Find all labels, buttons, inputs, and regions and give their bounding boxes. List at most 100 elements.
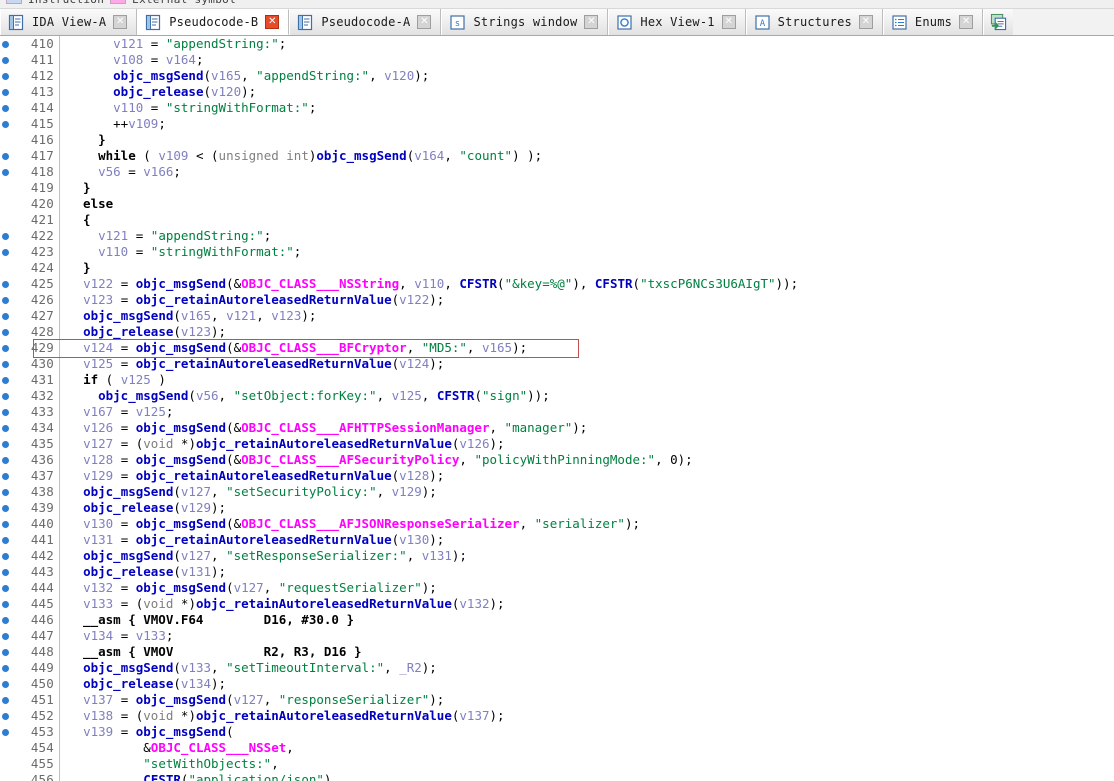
- code-line-list[interactable]: 410 v121 = "appendString:";411 v108 = v1…: [0, 36, 1114, 781]
- code-text[interactable]: objc_msgSend(v165, "appendString:", v120…: [59, 68, 1114, 84]
- code-text[interactable]: v137 = objc_msgSend(v127, "responseSeria…: [59, 692, 1114, 708]
- code-text[interactable]: objc_release(v123);: [59, 324, 1114, 340]
- tab-structures[interactable]: A Structures ✕: [746, 9, 883, 35]
- code-line[interactable]: 446 __asm { VMOV.F64 D16, #30.0 }: [0, 612, 1114, 628]
- code-line[interactable]: 432 objc_msgSend(v56, "setObject:forKey:…: [0, 388, 1114, 404]
- code-line[interactable]: 416 }: [0, 132, 1114, 148]
- code-text[interactable]: v167 = v125;: [59, 404, 1114, 420]
- tab-pseudocode-b[interactable]: Pseudocode-B ✕: [137, 9, 289, 35]
- code-line[interactable]: 422 v121 = "appendString:";: [0, 228, 1114, 244]
- code-text[interactable]: }: [59, 180, 1114, 196]
- code-text[interactable]: while ( v109 < (unsigned int)objc_msgSen…: [59, 148, 1114, 164]
- code-text[interactable]: "setWithObjects:",: [59, 756, 1114, 772]
- code-text[interactable]: v126 = objc_msgSend(&OBJC_CLASS___AFHTTP…: [59, 420, 1114, 436]
- code-line[interactable]: 418 v56 = v166;: [0, 164, 1114, 180]
- code-text[interactable]: v133 = (void *)objc_retainAutoreleasedRe…: [59, 596, 1114, 612]
- code-text[interactable]: v125 = objc_retainAutoreleasedReturnValu…: [59, 356, 1114, 372]
- code-line[interactable]: 450 objc_release(v134);: [0, 676, 1114, 692]
- code-line[interactable]: 440 v130 = objc_msgSend(&OBJC_CLASS___AF…: [0, 516, 1114, 532]
- close-icon[interactable]: ✕: [959, 15, 973, 29]
- code-text[interactable]: v132 = objc_msgSend(v127, "requestSerial…: [59, 580, 1114, 596]
- code-line[interactable]: 417 while ( v109 < (unsigned int)objc_ms…: [0, 148, 1114, 164]
- code-text[interactable]: objc_release(v120);: [59, 84, 1114, 100]
- code-text[interactable]: objc_release(v131);: [59, 564, 1114, 580]
- code-line[interactable]: 444 v132 = objc_msgSend(v127, "requestSe…: [0, 580, 1114, 596]
- code-line[interactable]: 414 v110 = "stringWithFormat:";: [0, 100, 1114, 116]
- code-line[interactable]: 419 }: [0, 180, 1114, 196]
- code-text[interactable]: v110 = "stringWithFormat:";: [59, 244, 1114, 260]
- code-text[interactable]: {: [59, 212, 1114, 228]
- code-line[interactable]: 421 {: [0, 212, 1114, 228]
- code-line[interactable]: 412 objc_msgSend(v165, "appendString:", …: [0, 68, 1114, 84]
- code-text[interactable]: v139 = objc_msgSend(: [59, 724, 1114, 740]
- code-line[interactable]: 415 ++v109;: [0, 116, 1114, 132]
- code-line[interactable]: 443 objc_release(v131);: [0, 564, 1114, 580]
- close-icon[interactable]: ✕: [417, 15, 431, 29]
- code-line[interactable]: 437 v129 = objc_retainAutoreleasedReturn…: [0, 468, 1114, 484]
- close-icon[interactable]: ✕: [113, 15, 127, 29]
- code-line[interactable]: 410 v121 = "appendString:";: [0, 36, 1114, 52]
- code-text[interactable]: v131 = objc_retainAutoreleasedReturnValu…: [59, 532, 1114, 548]
- code-line[interactable]: 455 "setWithObjects:",: [0, 756, 1114, 772]
- code-text[interactable]: v127 = (void *)objc_retainAutoreleasedRe…: [59, 436, 1114, 452]
- close-icon[interactable]: ✕: [859, 15, 873, 29]
- code-text[interactable]: v128 = objc_msgSend(&OBJC_CLASS___AFSecu…: [59, 452, 1114, 468]
- code-text[interactable]: __asm { VMOV R2, R3, D16 }: [59, 644, 1114, 660]
- code-text[interactable]: v130 = objc_msgSend(&OBJC_CLASS___AFJSON…: [59, 516, 1114, 532]
- code-line[interactable]: 413 objc_release(v120);: [0, 84, 1114, 100]
- code-line[interactable]: 445 v133 = (void *)objc_retainAutoreleas…: [0, 596, 1114, 612]
- code-line[interactable]: 435 v127 = (void *)objc_retainAutoreleas…: [0, 436, 1114, 452]
- code-text[interactable]: v134 = v133;: [59, 628, 1114, 644]
- code-line[interactable]: 420 else: [0, 196, 1114, 212]
- code-line[interactable]: 439 objc_release(v129);: [0, 500, 1114, 516]
- code-line[interactable]: 434 v126 = objc_msgSend(&OBJC_CLASS___AF…: [0, 420, 1114, 436]
- code-line[interactable]: 449 objc_msgSend(v133, "setTimeoutInterv…: [0, 660, 1114, 676]
- code-text[interactable]: objc_release(v134);: [59, 676, 1114, 692]
- code-text[interactable]: v123 = objc_retainAutoreleasedReturnValu…: [59, 292, 1114, 308]
- code-text[interactable]: objc_msgSend(v165, v121, v123);: [59, 308, 1114, 324]
- code-line[interactable]: 427 objc_msgSend(v165, v121, v123);: [0, 308, 1114, 324]
- code-line[interactable]: 441 v131 = objc_retainAutoreleasedReturn…: [0, 532, 1114, 548]
- tab-pseudocode-a[interactable]: Pseudocode-A ✕: [289, 9, 441, 35]
- code-line[interactable]: 438 objc_msgSend(v127, "setSecurityPolic…: [0, 484, 1114, 500]
- code-line[interactable]: 456 CFSTR("application/json"): [0, 772, 1114, 781]
- code-text[interactable]: v124 = objc_msgSend(&OBJC_CLASS___BFCryp…: [59, 340, 1114, 356]
- code-line[interactable]: 423 v110 = "stringWithFormat:";: [0, 244, 1114, 260]
- tab-ida-view-a[interactable]: IDA View-A ✕: [0, 9, 137, 35]
- code-text[interactable]: &OBJC_CLASS___NSSet,: [59, 740, 1114, 756]
- tab-enums[interactable]: Enums ✕: [883, 9, 983, 35]
- code-line[interactable]: 430 v125 = objc_retainAutoreleasedReturn…: [0, 356, 1114, 372]
- code-line[interactable]: 426 v123 = objc_retainAutoreleasedReturn…: [0, 292, 1114, 308]
- code-line[interactable]: 411 v108 = v164;: [0, 52, 1114, 68]
- code-text[interactable]: }: [59, 132, 1114, 148]
- code-text[interactable]: CFSTR("application/json"): [59, 772, 1114, 781]
- code-line[interactable]: 442 objc_msgSend(v127, "setResponseSeria…: [0, 548, 1114, 564]
- code-text[interactable]: else: [59, 196, 1114, 212]
- code-text[interactable]: v129 = objc_retainAutoreleasedReturnValu…: [59, 468, 1114, 484]
- code-text[interactable]: v138 = (void *)objc_retainAutoreleasedRe…: [59, 708, 1114, 724]
- code-text[interactable]: objc_msgSend(v133, "setTimeoutInterval:"…: [59, 660, 1114, 676]
- code-line[interactable]: 453 v139 = objc_msgSend(: [0, 724, 1114, 740]
- code-line[interactable]: 429 v124 = objc_msgSend(&OBJC_CLASS___BF…: [0, 340, 1114, 356]
- code-text[interactable]: objc_release(v129);: [59, 500, 1114, 516]
- code-text[interactable]: objc_msgSend(v56, "setObject:forKey:", v…: [59, 388, 1114, 404]
- close-icon[interactable]: ✕: [722, 15, 736, 29]
- code-text[interactable]: v108 = v164;: [59, 52, 1114, 68]
- close-icon[interactable]: ✕: [584, 15, 598, 29]
- code-text[interactable]: objc_msgSend(v127, "setSecurityPolicy:",…: [59, 484, 1114, 500]
- tab-overflow-button[interactable]: [983, 9, 1013, 35]
- code-text[interactable]: __asm { VMOV.F64 D16, #30.0 }: [59, 612, 1114, 628]
- code-text[interactable]: if ( v125 ): [59, 372, 1114, 388]
- code-line[interactable]: 431 if ( v125 ): [0, 372, 1114, 388]
- tab-hex-view-1[interactable]: Hex View-1 ✕: [608, 9, 745, 35]
- code-line[interactable]: 447 v134 = v133;: [0, 628, 1114, 644]
- code-text[interactable]: objc_msgSend(v127, "setResponseSerialize…: [59, 548, 1114, 564]
- code-line[interactable]: 448 __asm { VMOV R2, R3, D16 }: [0, 644, 1114, 660]
- code-line[interactable]: 436 v128 = objc_msgSend(&OBJC_CLASS___AF…: [0, 452, 1114, 468]
- code-line[interactable]: 452 v138 = (void *)objc_retainAutoreleas…: [0, 708, 1114, 724]
- code-line[interactable]: 433 v167 = v125;: [0, 404, 1114, 420]
- code-text[interactable]: v56 = v166;: [59, 164, 1114, 180]
- code-line[interactable]: 454 &OBJC_CLASS___NSSet,: [0, 740, 1114, 756]
- code-text[interactable]: ++v109;: [59, 116, 1114, 132]
- pseudocode-view[interactable]: 410 v121 = "appendString:";411 v108 = v1…: [0, 36, 1114, 781]
